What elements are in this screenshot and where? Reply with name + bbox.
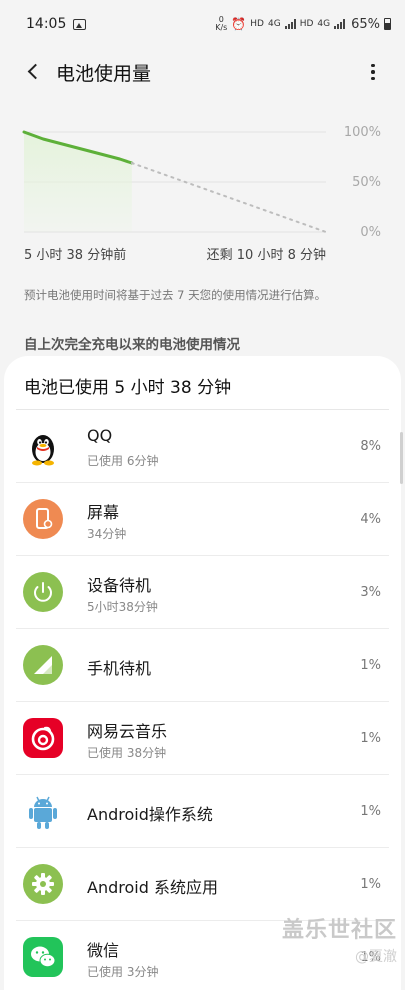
app-row-android-system-apps[interactable]: Android 系统应用 1% [4,848,401,921]
app-name: 手机待机 [87,659,152,678]
app-usage-time: 34分钟 [87,527,127,541]
more-options-button[interactable] [363,60,383,84]
usage-card: 电池已使用 5 小时 38 分钟 QQ 已使用 6分钟 8% 屏幕 34分钟 4… [4,356,401,990]
app-percent: 8% [360,439,381,454]
app-usage-time: 已使用 38分钟 [87,746,167,760]
page-title: 电池使用量 [56,63,152,85]
app-percent: 4% [360,512,381,527]
section-title: 自上次完全充电以来的电池使用情况 [24,337,240,353]
watermark: 盖乐世社区 @夏澈 [282,912,397,966]
qq-penguin-icon [23,426,63,466]
battery-percent: 65% [351,16,380,32]
app-name: Android操作系统 [87,805,213,824]
cell-signal-icon [23,645,63,685]
app-percent: 1% [360,877,381,892]
app-row-phone-standby[interactable]: 手机待机 1% [4,629,401,702]
hd-label-2: HD [299,19,314,29]
back-button[interactable] [20,58,46,84]
net-type-1: 4G [267,19,281,29]
app-name: 设备待机 [87,576,152,595]
net-type-2: 4G [317,19,331,29]
signal-icon-1 [284,19,296,29]
network-speed: 0 K/s [215,15,228,32]
scrollbar-thumb[interactable] [400,432,403,484]
estimate-note: 预计电池使用时间将基于过去 7 天您的使用情况进行估算。 [24,288,327,302]
alarm-icon: ⏰ [231,17,247,31]
app-row-qq[interactable]: QQ 已使用 6分钟 8% [4,410,401,483]
status-bar: 14:05 0 K/s ⏰ HD 4G HD 4G 65% [0,0,405,48]
status-icons: 0 K/s ⏰ HD 4G HD 4G 65% [215,16,391,32]
power-standby-icon [23,572,63,612]
status-time: 14:05 [26,16,67,32]
android-robot-icon [23,791,63,831]
app-bar: 电池使用量 [0,48,405,96]
app-row-device-standby[interactable]: 设备待机 5小时38分钟 3% [4,556,401,629]
signal-icon-2 [334,19,346,29]
y-tick-label: 50% [352,175,381,190]
wechat-icon [23,937,63,977]
chart-projection-line [130,162,327,233]
y-tick-label: 100% [343,125,381,140]
netease-music-icon [23,718,63,758]
y-tick-label: 0% [360,225,381,240]
screen-icon [23,499,63,539]
back-arrow-icon [27,63,43,79]
chart-start-label: 5 小时 38 分钟前 [24,248,127,263]
app-name: 微信 [87,941,120,960]
watermark-user: @夏澈 [355,949,397,965]
app-row-netease-music[interactable]: 网易云音乐 已使用 38分钟 1% [4,702,401,775]
more-dot-icon [371,63,375,68]
app-row-screen[interactable]: 屏幕 34分钟 4% [4,483,401,556]
app-percent: 1% [360,804,381,819]
more-dot-icon [371,76,375,81]
app-percent: 3% [360,585,381,600]
gallery-notification-icon [73,18,87,30]
app-percent: 1% [360,731,381,746]
watermark-brand: 盖乐世社区 [281,918,397,943]
app-name: Android 系统应用 [87,878,218,897]
battery-icon [384,18,391,30]
app-percent: 1% [360,658,381,673]
usage-total-title: 电池已使用 5 小时 38 分钟 [24,378,232,398]
hd-label-1: HD [250,19,264,29]
app-name: QQ [87,426,113,445]
app-name: 网易云音乐 [87,722,168,741]
app-row-android-os[interactable]: Android操作系统 1% [4,775,401,848]
app-usage-time: 5小时38分钟 [87,600,158,614]
more-dot-icon [371,70,375,74]
app-name: 屏幕 [87,503,120,522]
app-usage-time: 已使用 6分钟 [87,454,159,468]
app-usage-time: 已使用 3分钟 [87,965,159,979]
chart-end-label: 还剩 10 小时 8 分钟 [206,248,326,263]
settings-gear-icon [23,864,63,904]
